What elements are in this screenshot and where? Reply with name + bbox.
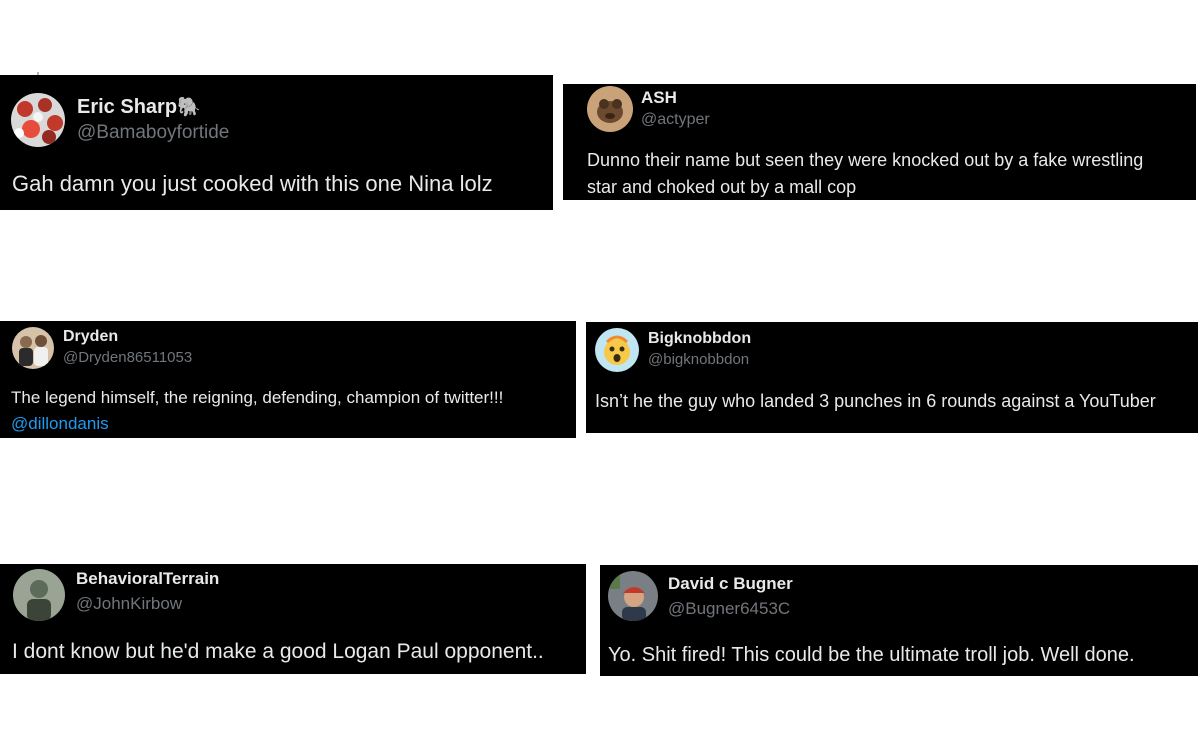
avatar-image-person-red-cap xyxy=(608,571,658,621)
tweet-text: The legend himself, the reigning, defend… xyxy=(11,388,504,407)
avatar-image-shocked-emoji xyxy=(595,328,639,372)
tweet-card-5[interactable]: BehavioralTerrain @JohnKirbow I dont kno… xyxy=(0,564,586,674)
avatar[interactable] xyxy=(13,569,65,621)
tweet-text: Isn’t he the guy who landed 3 punches in… xyxy=(595,391,1156,411)
tweet-card-4[interactable]: Bigknobbdon @bigknobbdon Isn’t he the gu… xyxy=(586,322,1198,433)
user-handle[interactable]: @Dryden86511053 xyxy=(63,349,192,366)
avatar[interactable] xyxy=(11,93,65,147)
avatar[interactable] xyxy=(587,86,633,132)
user-handle[interactable]: @bigknobbdon xyxy=(648,351,749,368)
avatar[interactable] xyxy=(608,571,658,621)
tweet-text: Yo. Shit fired! This could be the ultima… xyxy=(608,644,1135,666)
display-name[interactable]: Bigknobbdon xyxy=(648,330,751,348)
display-name[interactable]: Dryden xyxy=(63,328,118,346)
mention-link[interactable]: @dillondanis xyxy=(11,414,109,434)
display-name[interactable]: Eric Sharp🐘 xyxy=(77,95,201,119)
tweet-text: Gah damn you just cooked with this one N… xyxy=(12,171,493,196)
user-handle[interactable]: @Bamaboyfortide xyxy=(77,122,229,144)
tweet-text: I dont know but he'd make a good Logan P… xyxy=(12,640,544,663)
tweet-card-2[interactable]: ASH @actyper Dunno their name but seen t… xyxy=(563,84,1196,200)
display-name[interactable]: David c Bugner xyxy=(668,574,793,594)
avatar-image-crowd xyxy=(11,93,65,147)
display-name-text: Eric Sharp xyxy=(77,96,178,118)
tweet-card-3[interactable]: Dryden @Dryden86511053 The legend himsel… xyxy=(0,321,576,438)
avatar-image-animal xyxy=(587,86,633,132)
user-handle[interactable]: @actyper xyxy=(641,111,710,129)
display-name[interactable]: ASH xyxy=(641,88,677,108)
avatar[interactable] xyxy=(595,328,639,372)
display-name[interactable]: BehavioralTerrain xyxy=(76,569,219,589)
user-handle[interactable]: @JohnKirbow xyxy=(76,594,182,614)
tweet-text-line-1: Dunno their name but seen they were knoc… xyxy=(587,150,1144,170)
avatar[interactable] xyxy=(12,327,54,369)
avatar-image-person xyxy=(13,569,65,621)
elephant-icon: 🐘 xyxy=(177,97,201,118)
avatar-image-people xyxy=(12,327,54,369)
tweet-card-6[interactable]: David c Bugner @Bugner6453C Yo. Shit fir… xyxy=(600,565,1198,676)
tweet-text-line-2: star and choked out by a mall cop xyxy=(587,177,857,197)
user-handle[interactable]: @Bugner6453C xyxy=(668,599,790,619)
tweet-card-1[interactable]: Eric Sharp🐘 @Bamaboyfortide Gah damn you… xyxy=(0,75,553,210)
